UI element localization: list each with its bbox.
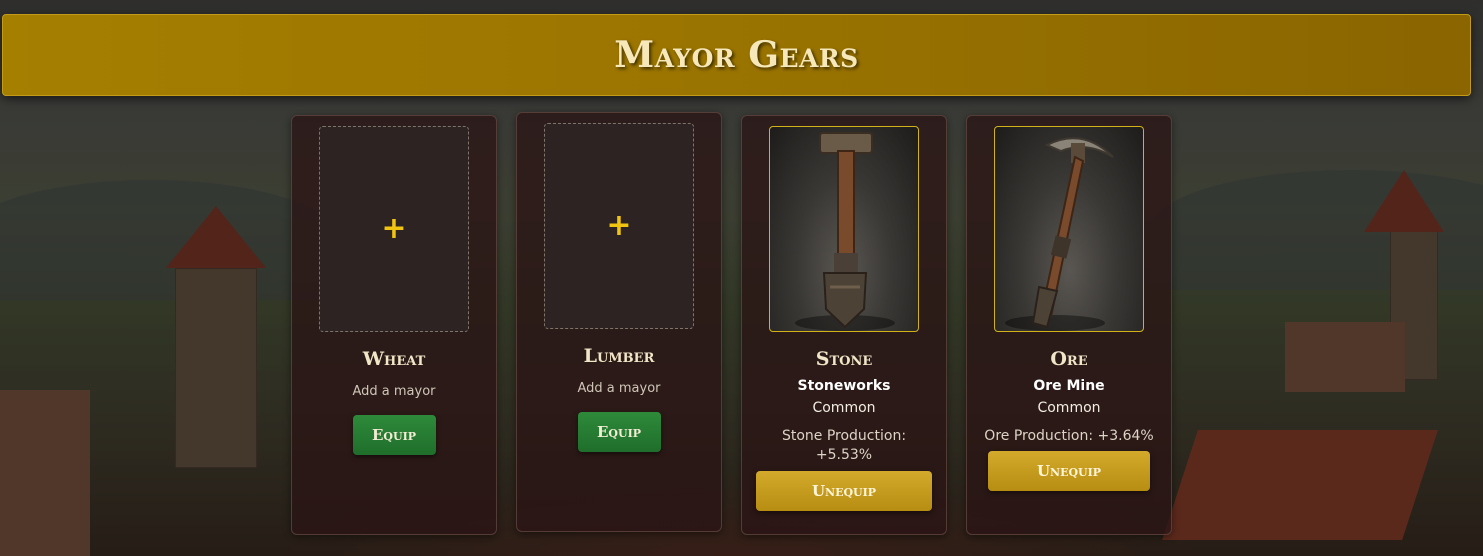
plus-icon: + — [606, 208, 632, 243]
gear-bonus: Ore Production: +3.64% — [984, 428, 1154, 444]
bonus-value: +5.53% — [815, 447, 873, 463]
gear-slot-empty[interactable]: + — [319, 126, 469, 332]
gear-card-stone: Stone Stoneworks Common Stone Production… — [741, 115, 947, 535]
gear-image[interactable] — [769, 126, 919, 332]
gear-card-ore: Ore Ore Mine Common Ore Production: +3.6… — [966, 115, 1172, 535]
gear-image[interactable] — [994, 126, 1144, 332]
resource-name: Wheat — [362, 348, 426, 370]
equip-button[interactable]: Equip — [352, 415, 436, 455]
page-header: Mayor Gears — [2, 14, 1471, 96]
shovel-icon — [795, 132, 895, 331]
resource-name: Lumber — [583, 345, 655, 367]
unequip-button[interactable]: Unequip — [988, 451, 1150, 491]
page-title: Mayor Gears — [614, 34, 859, 76]
plus-icon: + — [381, 211, 407, 246]
gear-slot-empty[interactable]: + — [544, 123, 694, 329]
bonus-label: Stone Production: — [781, 428, 907, 444]
gear-card-lumber: + Lumber Add a mayor Equip — [516, 112, 722, 532]
gear-name: Ore Mine — [1033, 378, 1105, 394]
gear-rarity: Common — [812, 400, 876, 416]
resource-name: Ore — [1050, 348, 1088, 370]
gear-rarity: Common — [1037, 400, 1101, 416]
resource-name: Stone — [815, 348, 873, 370]
gear-bonus: Stone Production: +5.53% — [782, 427, 906, 465]
gear-card-wheat: + Wheat Add a mayor Equip — [291, 115, 497, 535]
gear-name: Stoneworks — [797, 378, 891, 394]
add-mayor-hint: Add a mayor — [352, 384, 436, 399]
add-mayor-hint: Add a mayor — [577, 381, 661, 396]
unequip-button[interactable]: Unequip — [756, 471, 932, 511]
equip-button[interactable]: Equip — [577, 412, 661, 452]
pickaxe-icon — [1005, 137, 1114, 331]
